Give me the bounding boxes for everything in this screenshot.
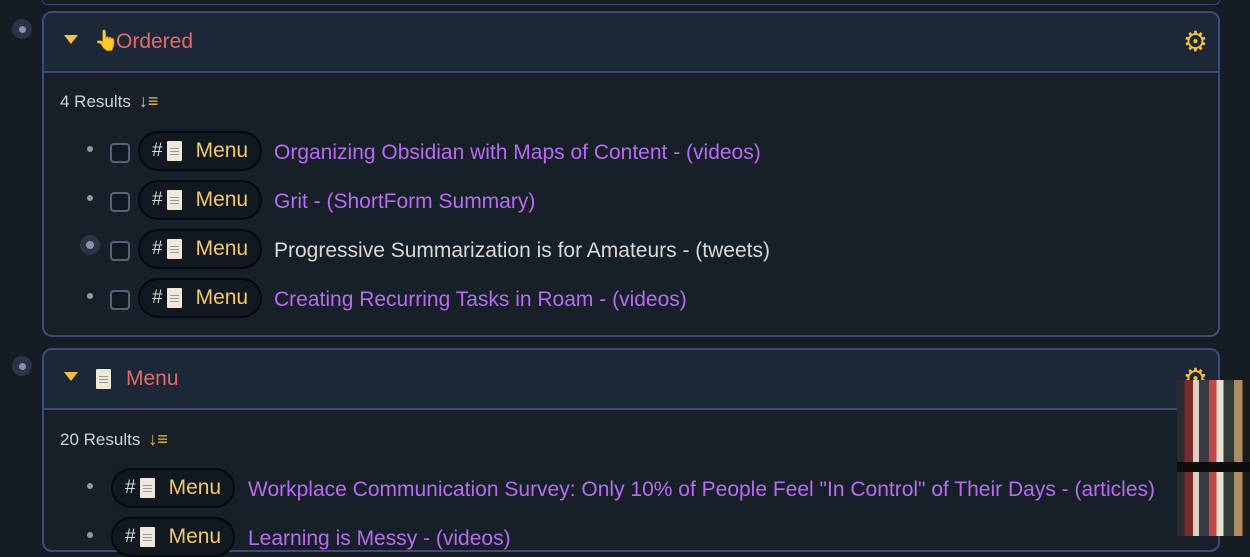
menu-tag[interactable]: # Menu bbox=[138, 229, 263, 269]
block-bullet[interactable] bbox=[12, 19, 32, 39]
menu-tag[interactable]: # Menu bbox=[111, 517, 236, 557]
page-link[interactable]: Learning is Messy - (videos) bbox=[248, 526, 511, 552]
row-bullet[interactable] bbox=[87, 532, 93, 538]
results-label: 4 Results bbox=[60, 91, 131, 111]
page-link[interactable]: Organizing Obsidian with Maps of Content… bbox=[274, 140, 761, 166]
document-icon bbox=[166, 141, 182, 161]
row-bullet[interactable] bbox=[87, 146, 93, 152]
menu-tag[interactable]: # Menu bbox=[138, 131, 263, 171]
tag-label: Menu bbox=[195, 139, 249, 162]
tag-hash: # bbox=[152, 189, 163, 210]
document-icon bbox=[139, 527, 155, 547]
panel-title[interactable]: Menu bbox=[126, 366, 179, 392]
row-bullet[interactable] bbox=[87, 195, 93, 201]
menu-tag[interactable]: # Menu bbox=[111, 468, 236, 508]
webcam-overlay bbox=[1177, 380, 1250, 536]
row-bullet[interactable] bbox=[87, 483, 93, 489]
gear-icon[interactable]: ⚙ bbox=[1183, 28, 1208, 56]
tag-hash: # bbox=[125, 526, 136, 547]
collapse-toggle-icon[interactable] bbox=[64, 35, 78, 44]
page-link[interactable]: Creating Recurring Tasks in Roam - (vide… bbox=[274, 287, 687, 313]
tag-label: Menu bbox=[168, 525, 222, 548]
task-checkbox[interactable] bbox=[110, 241, 130, 261]
row-bullet[interactable] bbox=[80, 235, 100, 255]
task-checkbox[interactable] bbox=[110, 143, 130, 163]
task-checkbox[interactable] bbox=[110, 290, 130, 310]
tag-label: Menu bbox=[195, 188, 249, 211]
results-count: 4 Results ↓≡ bbox=[60, 91, 158, 112]
tag-label: Menu bbox=[195, 237, 249, 260]
document-icon bbox=[166, 239, 182, 259]
tag-hash: # bbox=[152, 140, 163, 161]
tag-hash: # bbox=[152, 238, 163, 259]
tag-hash: # bbox=[125, 477, 136, 498]
collapse-toggle-icon[interactable] bbox=[64, 372, 78, 381]
previous-panel-border bbox=[42, 0, 1220, 5]
page-link[interactable]: Grit - (ShortForm Summary) bbox=[274, 189, 535, 215]
document-icon bbox=[166, 190, 182, 210]
sort-icon[interactable]: ↓≡ bbox=[148, 429, 168, 450]
tag-label: Menu bbox=[168, 476, 222, 499]
document-icon bbox=[166, 288, 182, 308]
document-icon bbox=[139, 478, 155, 498]
page-title-text[interactable]: Progressive Summarization is for Amateur… bbox=[274, 238, 770, 264]
page-link[interactable]: Workplace Communication Survey: Only 10%… bbox=[248, 477, 1155, 503]
sort-icon[interactable]: ↓≡ bbox=[139, 91, 159, 112]
query-panel-ordered: 👆 Ordered ⚙ 4 Results ↓≡ # Menu Organizi… bbox=[42, 11, 1220, 337]
query-panel-menu: Menu ⚙ 20 Results ↓≡ # Menu Workplace Co… bbox=[42, 348, 1220, 557]
menu-tag[interactable]: # Menu bbox=[138, 278, 263, 318]
panel-title[interactable]: Ordered bbox=[116, 29, 193, 55]
results-label: 20 Results bbox=[60, 429, 141, 449]
menu-tag[interactable]: # Menu bbox=[138, 180, 263, 220]
tag-hash: # bbox=[152, 287, 163, 308]
row-bullet[interactable] bbox=[87, 293, 93, 299]
results-count: 20 Results ↓≡ bbox=[60, 429, 168, 450]
document-icon bbox=[96, 369, 121, 394]
block-bullet[interactable] bbox=[12, 356, 32, 376]
panel-header: 👆 Ordered ⚙ bbox=[44, 13, 1218, 73]
panel-header: Menu ⚙ bbox=[44, 350, 1218, 410]
task-checkbox[interactable] bbox=[110, 192, 130, 212]
tag-label: Menu bbox=[195, 286, 249, 309]
